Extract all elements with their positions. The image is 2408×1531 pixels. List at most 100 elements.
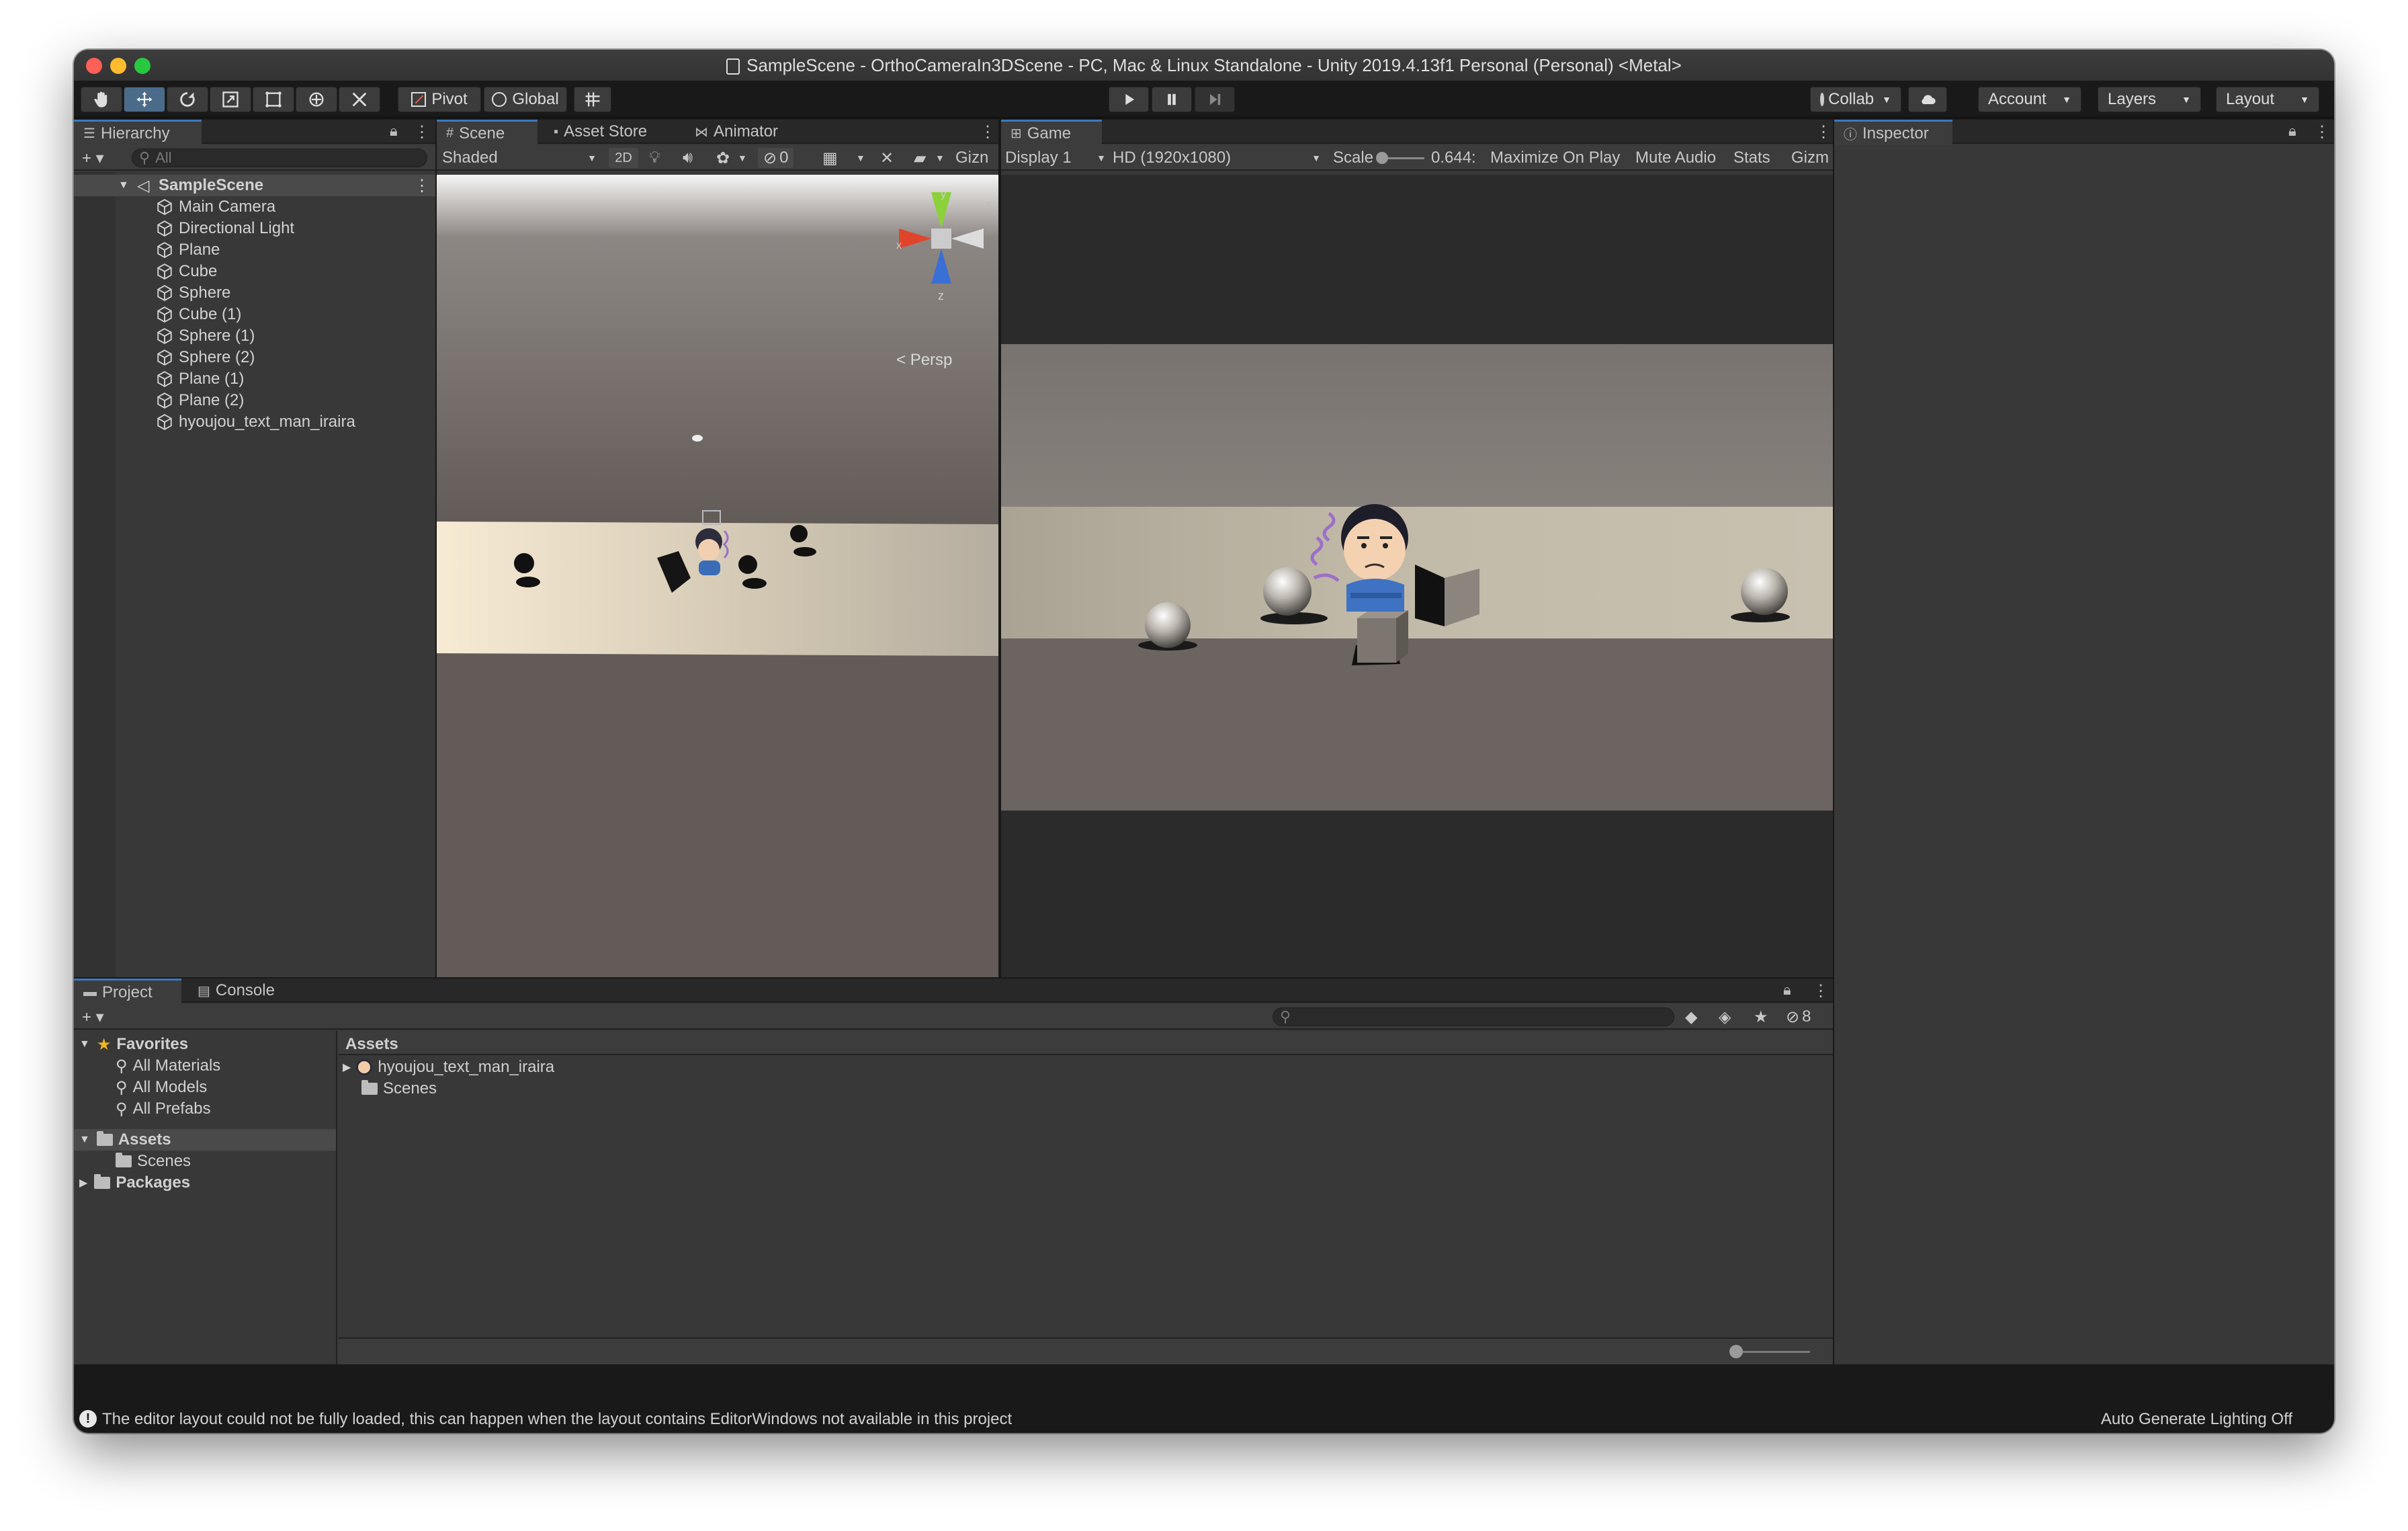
tab-project[interactable]: ▬ Project bbox=[74, 979, 181, 1004]
hierarchy-item[interactable]: Directional Light bbox=[74, 218, 435, 239]
search-by-label-icon[interactable]: ◈ bbox=[1719, 1007, 1731, 1027]
lock-icon[interactable]: 🔒︎ bbox=[1783, 981, 1791, 999]
tab-asset-store[interactable]: ▪ Asset Store bbox=[544, 120, 656, 144]
lighting-toggle-icon[interactable]: 💡︎ bbox=[649, 148, 660, 168]
lock-icon[interactable]: 🔒︎ bbox=[390, 122, 398, 140]
favorite-search-item[interactable]: ⚲ All Materials bbox=[116, 1055, 220, 1077]
tab-scene[interactable]: # Scene bbox=[437, 120, 538, 145]
hidden-packages-toggle[interactable]: ⊘ 8 bbox=[1786, 1007, 1811, 1027]
more-options-icon[interactable]: ⋮ bbox=[980, 122, 996, 142]
effects-toggle-icon[interactable]: ✿ bbox=[716, 148, 730, 168]
expand-arrow-icon[interactable]: ▼ bbox=[118, 179, 129, 192]
shading-mode-dropdown[interactable]: Shaded ▼ bbox=[442, 148, 597, 168]
project-search-input[interactable]: ⚲ bbox=[1273, 1007, 1674, 1026]
create-asset-dropdown[interactable]: + ▾ bbox=[82, 1007, 104, 1027]
more-options-icon[interactable]: ⋮ bbox=[414, 122, 430, 142]
tab-game[interactable]: ⊞ Game bbox=[1001, 120, 1102, 145]
step-button[interactable] bbox=[1195, 87, 1235, 112]
gizmos-dropdown[interactable]: Gizn bbox=[955, 148, 988, 168]
lighting-status[interactable]: Auto Generate Lighting Off bbox=[2101, 1410, 2292, 1429]
scale-slider[interactable] bbox=[1376, 152, 1424, 164]
pivot-toggle[interactable]: Pivot bbox=[398, 87, 481, 112]
status-message[interactable]: The editor layout could not be fully loa… bbox=[102, 1410, 1012, 1429]
favorite-search-item[interactable]: ⚲ All Prefabs bbox=[116, 1098, 211, 1120]
rotate-tool-button[interactable] bbox=[167, 87, 208, 112]
close-window-button[interactable] bbox=[86, 58, 102, 74]
hierarchy-item[interactable]: Main Camera bbox=[74, 196, 435, 218]
hierarchy-scene-row[interactable]: ▼ ◁ SampleScene ⋮ bbox=[74, 175, 435, 196]
layout-dropdown[interactable]: Layout ▼ bbox=[2216, 87, 2319, 112]
hierarchy-item[interactable]: hyoujou_text_man_iraira bbox=[74, 411, 435, 433]
scale-tool-button[interactable] bbox=[210, 87, 251, 112]
toggle-2d-button[interactable]: 2D bbox=[609, 148, 638, 168]
mute-audio-toggle[interactable]: Mute Audio bbox=[1635, 148, 1716, 168]
scale-slider-handle[interactable] bbox=[1376, 152, 1388, 164]
tab-hierarchy[interactable]: ☰ Hierarchy bbox=[74, 120, 202, 145]
hierarchy-item[interactable]: Sphere (1) bbox=[74, 325, 435, 347]
camera-icon[interactable]: ▰ bbox=[914, 148, 926, 168]
assets-folder-row[interactable]: ▼ Assets bbox=[74, 1129, 336, 1151]
custom-tool-button[interactable] bbox=[339, 87, 380, 112]
hierarchy-item[interactable]: Sphere (2) bbox=[74, 347, 435, 368]
transform-tool-button[interactable] bbox=[296, 87, 337, 112]
scene-menu-icon[interactable]: ⋮ bbox=[414, 176, 430, 196]
resolution-dropdown[interactable]: HD (1920x1080) ▼ bbox=[1113, 148, 1321, 168]
scene-orientation-gizmo[interactable]: y x z ≡ bbox=[896, 187, 990, 321]
project-breadcrumb[interactable]: Assets bbox=[339, 1031, 1833, 1055]
chevron-down-icon[interactable]: ▼ bbox=[935, 148, 945, 168]
hierarchy-item[interactable]: Cube (1) bbox=[74, 304, 435, 325]
asset-folder-row[interactable]: Scenes bbox=[361, 1078, 437, 1100]
lock-icon[interactable]: 🔒︎ bbox=[2288, 122, 2296, 140]
tab-inspector[interactable]: ⓘ Inspector bbox=[1834, 120, 1952, 145]
favorite-search-item[interactable]: ⚲ All Models bbox=[116, 1077, 207, 1098]
game-gizmos-toggle[interactable]: Gizm bbox=[1791, 148, 1829, 168]
hierarchy-search-input[interactable]: ⚲ All bbox=[132, 149, 427, 167]
rect-tool-button[interactable] bbox=[253, 87, 294, 112]
tab-console[interactable]: ▤ Console bbox=[188, 979, 284, 1003]
expand-arrow-icon[interactable]: ▶ bbox=[79, 1176, 87, 1190]
minimize-window-button[interactable] bbox=[110, 58, 126, 74]
layers-dropdown[interactable]: Layers ▼ bbox=[2098, 87, 2201, 112]
move-tool-button[interactable] bbox=[124, 87, 165, 112]
hierarchy-item[interactable]: Plane (2) bbox=[74, 390, 435, 411]
tools-toggle-icon[interactable]: ✕ bbox=[880, 148, 894, 168]
projection-toggle[interactable]: < Persp bbox=[896, 351, 952, 370]
expand-arrow-icon[interactable]: ▶ bbox=[343, 1061, 351, 1074]
expand-arrow-icon[interactable]: ▼ bbox=[79, 1134, 90, 1146]
favorites-row[interactable]: ▼ ★ Favorites bbox=[79, 1034, 188, 1055]
tab-animator[interactable]: ⋈ Animator bbox=[685, 120, 787, 144]
cloud-button[interactable] bbox=[1908, 87, 1947, 112]
hierarchy-item[interactable]: Plane (1) bbox=[74, 368, 435, 390]
hierarchy-item[interactable]: Sphere bbox=[74, 282, 435, 304]
packages-folder-row[interactable]: ▶ Packages bbox=[79, 1172, 190, 1194]
hidden-objects-toggle[interactable]: ⊘ 0 bbox=[758, 148, 794, 168]
expand-arrow-icon[interactable]: ▼ bbox=[79, 1038, 90, 1050]
more-options-icon[interactable]: ⋮ bbox=[2314, 122, 2330, 142]
more-options-icon[interactable]: ⋮ bbox=[1813, 981, 1829, 1001]
hand-tool-button[interactable] bbox=[81, 87, 122, 112]
hierarchy-item[interactable]: Plane bbox=[74, 239, 435, 261]
favorite-star-icon[interactable]: ★ bbox=[1754, 1007, 1768, 1027]
warning-icon[interactable]: ! bbox=[79, 1410, 97, 1427]
scene-viewport[interactable]: y x z ≡ < Persp bbox=[437, 175, 998, 977]
icon-size-slider-handle[interactable] bbox=[1729, 1345, 1743, 1358]
more-options-icon[interactable]: ⋮ bbox=[1815, 122, 1832, 142]
pause-button[interactable] bbox=[1152, 87, 1192, 112]
play-button[interactable] bbox=[1109, 87, 1149, 112]
game-viewport[interactable] bbox=[1001, 175, 1833, 977]
display-dropdown[interactable]: Display 1 ▼ bbox=[1005, 148, 1106, 168]
audio-toggle-icon[interactable]: 🔊︎ bbox=[683, 148, 693, 168]
maximize-window-button[interactable] bbox=[134, 58, 150, 74]
maximize-on-play-toggle[interactable]: Maximize On Play bbox=[1490, 148, 1620, 168]
create-dropdown[interactable]: + ▾ bbox=[82, 148, 104, 168]
search-by-type-icon[interactable]: ◆ bbox=[1685, 1007, 1697, 1027]
asset-file-row[interactable]: ▶ hyoujou_text_man_iraira bbox=[343, 1057, 554, 1078]
collab-dropdown[interactable]: Collab ▼ bbox=[1810, 87, 1901, 112]
snap-grid-button[interactable] bbox=[574, 87, 611, 112]
chevron-down-icon[interactable]: ▼ bbox=[856, 148, 865, 168]
stats-toggle[interactable]: Stats bbox=[1733, 148, 1770, 168]
scenes-folder-row[interactable]: Scenes bbox=[116, 1151, 191, 1172]
grid-toggle-icon[interactable]: ▦ bbox=[822, 148, 838, 168]
global-toggle[interactable]: Global bbox=[484, 87, 567, 112]
hierarchy-item[interactable]: Cube bbox=[74, 261, 435, 282]
